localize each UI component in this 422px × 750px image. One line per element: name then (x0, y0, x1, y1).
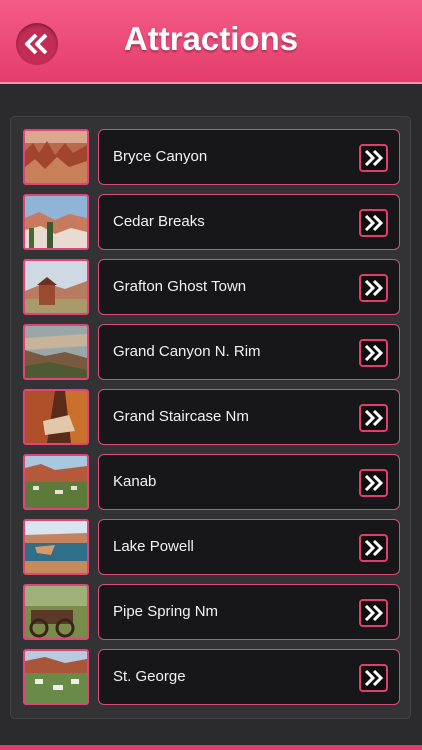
footer-bar (0, 745, 422, 750)
list-item-pipe-spring-nm[interactable]: Pipe Spring Nm (23, 584, 400, 640)
open-button[interactable] (359, 469, 388, 497)
list-item-grafton-ghost-town[interactable]: Grafton Ghost Town (23, 259, 400, 315)
attraction-label: Grafton Ghost Town (113, 278, 247, 295)
attraction-thumbnail (23, 519, 89, 575)
attraction-label: Grand Staircase Nm (113, 408, 249, 425)
double-chevron-right-icon (364, 670, 383, 686)
attraction-button[interactable]: St. George (98, 649, 400, 705)
open-button[interactable] (359, 599, 388, 627)
list-item-cedar-breaks[interactable]: Cedar Breaks (23, 194, 400, 250)
double-chevron-right-icon (364, 475, 383, 491)
page-title: Attractions (123, 20, 299, 57)
attraction-thumbnail (23, 454, 89, 510)
open-button[interactable] (359, 534, 388, 562)
open-button[interactable] (359, 404, 388, 432)
attraction-thumbnail (23, 324, 89, 380)
attraction-button[interactable]: Grand Staircase Nm (98, 389, 400, 445)
attraction-thumbnail (23, 259, 89, 315)
attraction-button[interactable]: Pipe Spring Nm (98, 584, 400, 640)
open-button[interactable] (359, 209, 388, 237)
open-button[interactable] (359, 274, 388, 302)
attraction-button[interactable]: Cedar Breaks (98, 194, 400, 250)
attraction-label: Pipe Spring Nm (113, 603, 219, 620)
attraction-button[interactable]: Kanab (98, 454, 400, 510)
attraction-label: St. George (113, 668, 186, 685)
double-chevron-right-icon (364, 215, 383, 231)
attraction-label: Kanab (113, 473, 157, 490)
attraction-thumbnail (23, 194, 89, 250)
double-chevron-right-icon (364, 605, 383, 621)
open-button[interactable] (359, 144, 388, 172)
attraction-label: Cedar Breaks (113, 213, 205, 230)
attractions-list: Bryce Canyon Cedar Breaks Grafton Ghost … (10, 116, 411, 719)
open-button[interactable] (359, 339, 388, 367)
attraction-label: Grand Canyon N. Rim (113, 343, 261, 360)
double-chevron-right-icon (364, 345, 383, 361)
list-item-grand-staircase-nm[interactable]: Grand Staircase Nm (23, 389, 400, 445)
double-chevron-right-icon (364, 410, 383, 426)
list-item-kanab[interactable]: Kanab (23, 454, 400, 510)
double-chevron-right-icon (364, 150, 383, 166)
attraction-button[interactable]: Grand Canyon N. Rim (98, 324, 400, 380)
attraction-thumbnail (23, 389, 89, 445)
list-item-grand-canyon-n-rim[interactable]: Grand Canyon N. Rim (23, 324, 400, 380)
attraction-thumbnail (23, 584, 89, 640)
attraction-button[interactable]: Grafton Ghost Town (98, 259, 400, 315)
list-item-st-george[interactable]: St. George (23, 649, 400, 705)
open-button[interactable] (359, 664, 388, 692)
attraction-button[interactable]: Bryce Canyon (98, 129, 400, 185)
double-chevron-right-icon (364, 280, 383, 296)
attraction-thumbnail (23, 129, 89, 185)
double-chevron-right-icon (364, 540, 383, 556)
attraction-label: Lake Powell (113, 538, 194, 555)
attraction-label: Bryce Canyon (113, 148, 208, 165)
app-header: Attractions (0, 0, 422, 84)
list-item-bryce-canyon[interactable]: Bryce Canyon (23, 129, 400, 185)
list-item-lake-powell[interactable]: Lake Powell (23, 519, 400, 575)
attraction-button[interactable]: Lake Powell (98, 519, 400, 575)
attraction-thumbnail (23, 649, 89, 705)
